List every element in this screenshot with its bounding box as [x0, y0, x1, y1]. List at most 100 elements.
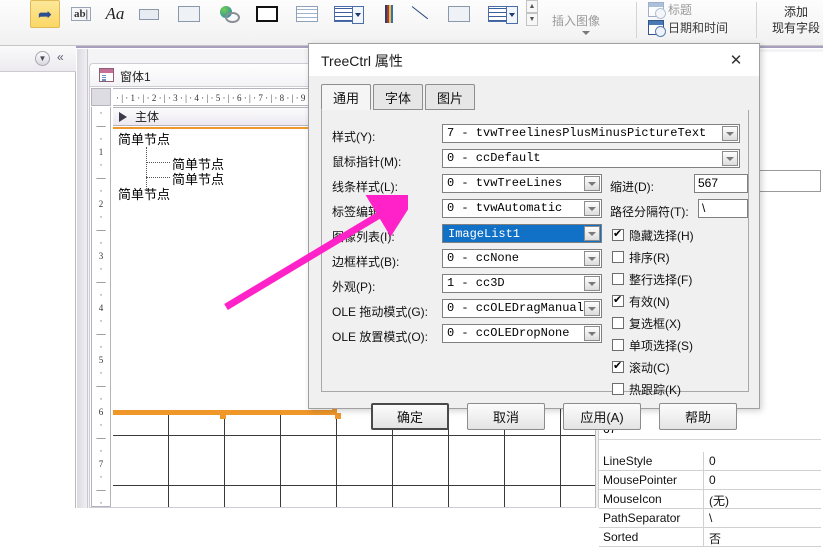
section-collapse-icon[interactable]: [119, 112, 127, 122]
section-label: 主体: [135, 110, 160, 124]
resize-handle-corner[interactable]: [335, 413, 341, 419]
property-value[interactable]: 否: [709, 530, 721, 547]
property-row-mousepointer[interactable]: MousePointer 0: [599, 471, 821, 490]
property-row-sorted[interactable]: Sorted 否: [599, 528, 821, 547]
title-label[interactable]: 标题: [668, 1, 692, 18]
insert-image-label[interactable]: 插入图像: [552, 12, 600, 29]
form-detail-area[interactable]: 简单节点 简单节点 简单节点 简单节点: [113, 127, 342, 419]
unbound-box-icon[interactable]: [252, 0, 282, 28]
cancel-button[interactable]: 取消: [467, 403, 545, 430]
labeledit-combo[interactable]: 0 - tvwAutomatic: [442, 199, 602, 218]
chevron-down-icon[interactable]: [584, 326, 600, 341]
list-box-icon[interactable]: [292, 0, 322, 28]
linestyle-combo[interactable]: 0 - tvwTreeLines: [442, 174, 602, 193]
gallery-down-icon[interactable]: ▼: [526, 13, 538, 26]
property-row-mouseicon[interactable]: MouseIcon (无): [599, 490, 821, 509]
tab-picture[interactable]: 图片: [425, 84, 476, 110]
field-label-appearance: 外观(P):: [332, 280, 376, 294]
double-chevron-left-icon[interactable]: «: [57, 50, 64, 64]
property-value[interactable]: 0: [709, 473, 716, 487]
property-name: Sorted: [603, 530, 639, 544]
oledragmode-combo[interactable]: 0 - ccOLEDragManual: [442, 299, 602, 318]
property-row-pathseparator[interactable]: PathSeparator \: [599, 509, 821, 528]
dialog-title-bar[interactable]: TreeCtrl 属性 ✕: [309, 44, 759, 76]
chevron-down-icon[interactable]: [584, 301, 600, 316]
resize-handle-bottom[interactable]: [220, 413, 226, 419]
treectrl-properties-dialog[interactable]: TreeCtrl 属性 ✕ 通用 字体 图片 样式(Y): 7 - tvwTre…: [308, 43, 760, 430]
vertical-ruler[interactable]: · — · 1 · — · 2 · — · 3 · — · 4 · — · 5 · — · 6 · — ·…: [91, 107, 111, 507]
checkbox-box[interactable]: [612, 383, 624, 395]
close-icon[interactable]: ✕: [717, 48, 755, 72]
chevron-down-icon[interactable]: [584, 201, 600, 216]
pathseparator-input[interactable]: \: [698, 199, 748, 218]
designer-left-scroll-strip[interactable]: [77, 49, 88, 508]
borderstyle-combo[interactable]: 0 - ccNone: [442, 249, 602, 268]
mousepointer-combo[interactable]: 0 - ccDefault: [442, 149, 740, 168]
appearance-combo[interactable]: 1 - cc3D: [442, 274, 602, 293]
checkbox-box[interactable]: [612, 251, 624, 263]
tree-node-root-2[interactable]: 简单节点: [118, 184, 170, 203]
imagelist-combo[interactable]: ImageList1: [442, 224, 602, 243]
help-button[interactable]: 帮助: [659, 403, 737, 430]
navigation-pane-header: ▼ «: [0, 46, 76, 72]
add-existing-fields-button[interactable]: 添加 现有字段: [766, 4, 823, 36]
line-icon[interactable]: [406, 0, 436, 28]
field-label-oledragmode: OLE 拖动模式(G):: [332, 305, 429, 319]
chevron-down-icon[interactable]: [584, 176, 600, 191]
tab-general[interactable]: 通用: [321, 84, 372, 110]
checkbox-label: 排序(R): [629, 251, 670, 265]
checkbox-box[interactable]: [612, 339, 624, 351]
select-pointer-icon[interactable]: ➦: [30, 0, 60, 28]
rectangle-icon[interactable]: [174, 0, 204, 28]
chevron-down-icon[interactable]: [584, 276, 600, 291]
indent-input[interactable]: 567: [694, 174, 748, 193]
image-frame-icon[interactable]: [444, 0, 474, 28]
text-box-icon[interactable]: [134, 0, 164, 28]
property-row-linestyle[interactable]: LineStyle 0: [599, 452, 821, 471]
dialog-button-row: 确定 取消 应用(A) 帮助: [371, 403, 751, 430]
property-value[interactable]: \: [709, 511, 712, 525]
field-label-style: 样式(Y):: [332, 130, 376, 144]
field-label-labeledit: 标签编辑(E):: [332, 205, 400, 219]
chevron-down-icon[interactable]: ▼: [35, 51, 50, 66]
tree-node-root-1[interactable]: 简单节点: [118, 129, 170, 148]
insert-image-dropdown-icon[interactable]: [582, 31, 590, 35]
navigation-pane: ▼ «: [0, 46, 76, 508]
tree-node-child-2[interactable]: 简单节点: [172, 169, 224, 188]
title-icon[interactable]: [648, 2, 666, 19]
label-ab-icon[interactable]: ab|: [66, 0, 96, 28]
chevron-down-icon[interactable]: [584, 226, 600, 241]
style-combo[interactable]: 7 - tvwTreelinesPlusMinusPictureText: [442, 124, 740, 143]
field-label-pathseparator: 路径分隔符(T):: [610, 205, 689, 219]
option-group-icon[interactable]: [484, 0, 518, 28]
date-time-icon[interactable]: [648, 20, 666, 37]
linestyle-combo-value: 0 - tvwTreeLines: [447, 176, 563, 190]
checkbox-label: 单项选择(S): [629, 339, 693, 353]
hyperlink-globe-icon[interactable]: [214, 0, 244, 28]
style-combo-value: 7 - tvwTreelinesPlusMinusPictureText: [447, 126, 707, 140]
property-name: MousePointer: [603, 473, 678, 487]
tree-line-horizontal: [146, 177, 170, 178]
checkbox-box[interactable]: [612, 227, 624, 241]
chevron-down-icon[interactable]: [722, 151, 738, 166]
combo-box-icon[interactable]: [330, 0, 364, 28]
field-label-linestyle: 线条样式(L):: [332, 180, 399, 194]
checkbox-box[interactable]: [612, 317, 624, 329]
property-value[interactable]: 0: [709, 454, 716, 468]
gallery-up-icon[interactable]: ▲: [526, 0, 538, 13]
apply-button[interactable]: 应用(A): [563, 403, 641, 430]
text-Aa-icon[interactable]: Aa: [100, 0, 130, 28]
chevron-down-icon[interactable]: [584, 251, 600, 266]
chevron-down-icon[interactable]: [722, 126, 738, 141]
ruler-corner-box[interactable]: [91, 88, 111, 106]
checkbox-box[interactable]: [612, 273, 624, 285]
tab-control-icon[interactable]: [374, 0, 404, 28]
ribbon-gallery-spinner[interactable]: ▲ ▼: [526, 0, 538, 28]
ok-button[interactable]: 确定: [371, 403, 449, 430]
checkbox-box[interactable]: [612, 359, 624, 373]
tab-font[interactable]: 字体: [373, 84, 424, 110]
checkbox-box[interactable]: [612, 293, 624, 307]
oledropmode-combo[interactable]: 0 - ccOLEDropNone: [442, 324, 602, 343]
date-time-label[interactable]: 日期和时间: [668, 19, 728, 36]
property-value[interactable]: (无): [709, 492, 729, 509]
